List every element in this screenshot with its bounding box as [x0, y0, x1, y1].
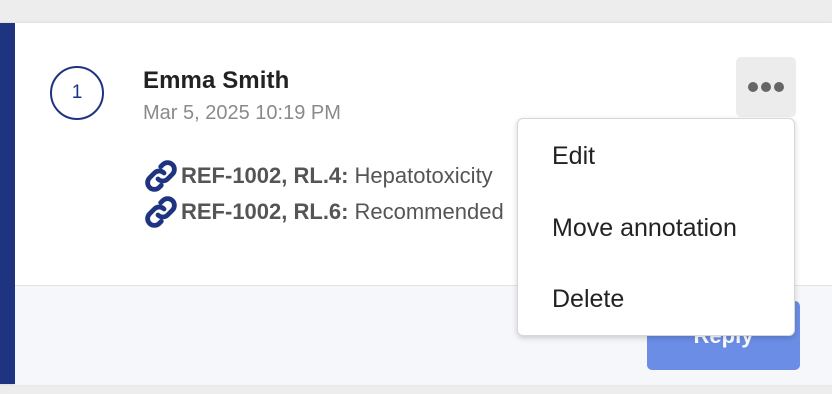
annotation-number-badge: 1 [50, 66, 104, 120]
annotation-number: 1 [71, 82, 83, 103]
context-menu: Edit Move annotation Delete [517, 118, 795, 336]
menu-item-move-annotation[interactable]: Move annotation [552, 214, 737, 243]
reference-code: REF-1002, RL.4: [181, 163, 349, 188]
more-options-button[interactable] [736, 57, 796, 117]
reference-text: Hepatotoxicity [354, 163, 493, 188]
reference-text: Recommended [354, 199, 504, 224]
link-icon [143, 158, 181, 194]
timestamp: Mar 5, 2025 10:19 PM [143, 102, 341, 124]
menu-item-delete[interactable]: Delete [552, 285, 624, 314]
author-name: Emma Smith [143, 67, 290, 94]
more-horizontal-icon [748, 82, 784, 92]
reference-code: REF-1002, RL.6: [181, 199, 349, 224]
accent-bar [0, 23, 15, 384]
menu-item-edit[interactable]: Edit [552, 142, 595, 171]
link-icon [143, 194, 181, 230]
